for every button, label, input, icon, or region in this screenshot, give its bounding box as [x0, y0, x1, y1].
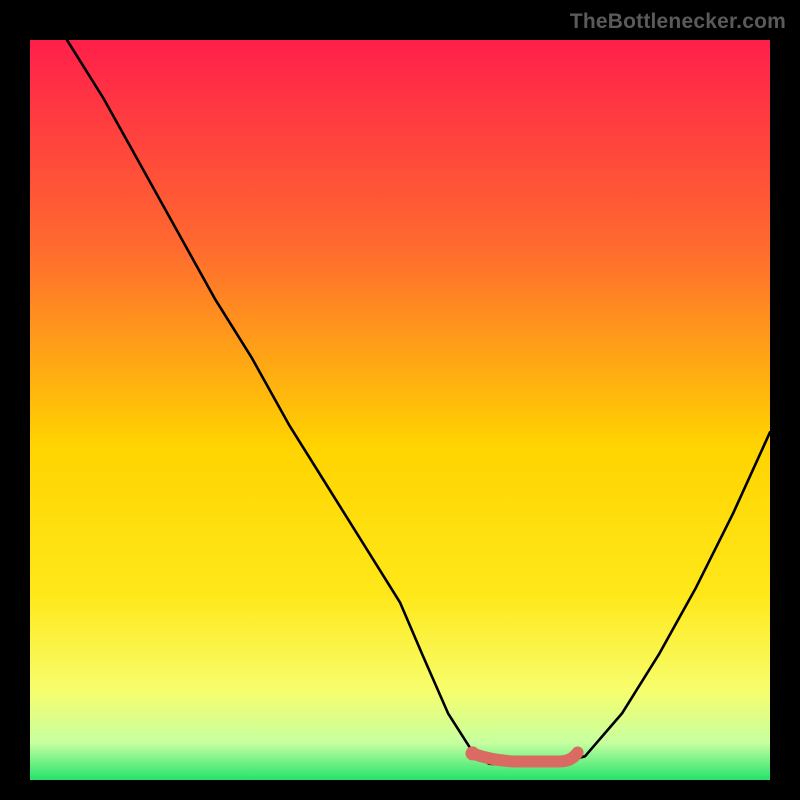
chart-plot-area	[30, 40, 770, 780]
chart-frame: TheBottlenecker.com	[0, 10, 800, 800]
chart-svg	[30, 40, 770, 780]
selected-point-marker	[466, 746, 480, 760]
watermark-text: TheBottlenecker.com	[570, 10, 786, 34]
gradient-background	[30, 40, 770, 780]
